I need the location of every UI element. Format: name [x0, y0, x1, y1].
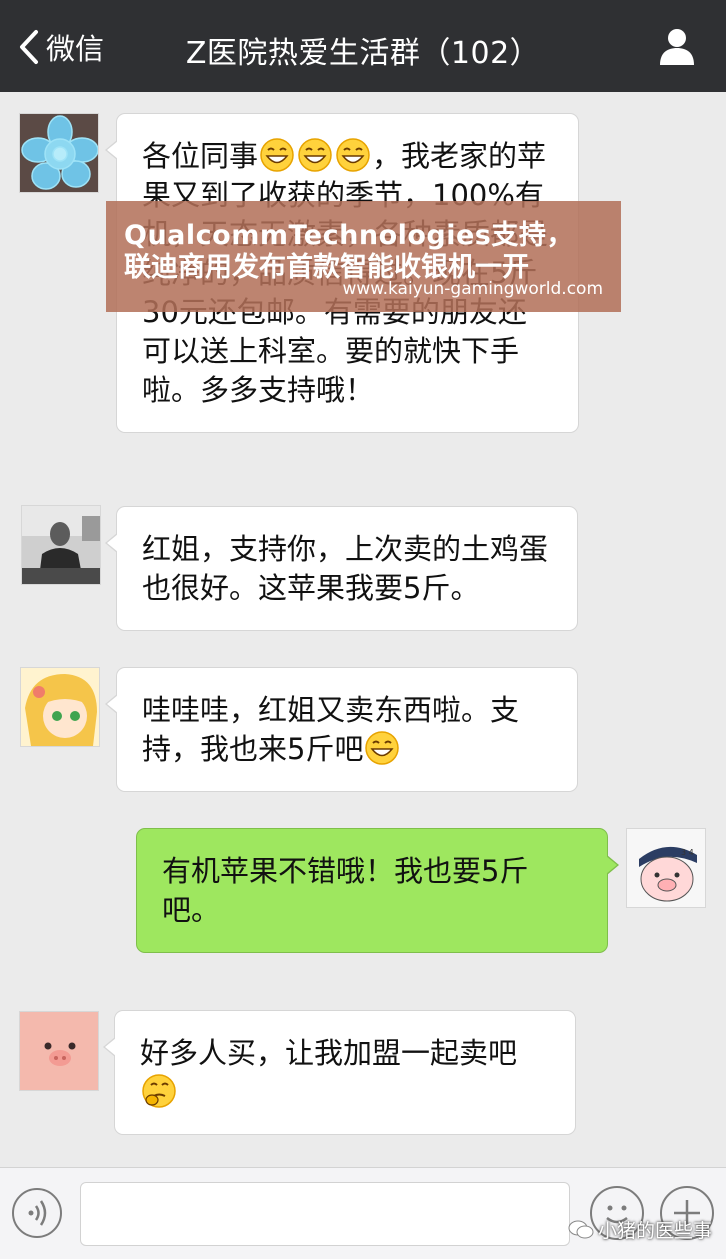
- title-bar: 微信 Z医院热爱生活群（102）: [0, 0, 726, 92]
- person-icon[interactable]: [658, 26, 696, 66]
- overlay-url: www.kaiyun-gamingworld.com: [342, 279, 603, 299]
- message-bubble[interactable]: 哇哇哇，红姐又卖东西啦。支持，我也来5斤吧: [105, 667, 578, 792]
- svg-text:3 4: 3 4: [681, 848, 694, 857]
- message-text: 哇哇哇，红姐又卖东西啦。支持，我也来5斤吧: [142, 693, 520, 766]
- voice-button[interactable]: [12, 1188, 62, 1238]
- anime-girl-avatar[interactable]: [20, 667, 100, 747]
- promo-overlay: QualcommTechnologies支持， 联迪商用发布首款智能收银机一开 …: [106, 201, 621, 312]
- grin-emoji-icon: [298, 138, 332, 172]
- pink-pig-avatar[interactable]: [19, 1011, 99, 1091]
- message-text: 各位同事: [142, 139, 259, 173]
- grin-emoji-icon: [365, 731, 400, 765]
- grin-emoji-icon: [336, 138, 370, 172]
- source-watermark: 小猪的医些事: [568, 1216, 712, 1243]
- own-message-bubble[interactable]: 有机苹果不错哦！我也要5斤吧。: [136, 828, 619, 953]
- message-text: 有机苹果不错哦！我也要5斤吧。: [162, 854, 529, 927]
- succulent-avatar[interactable]: [19, 113, 99, 193]
- grin-emoji-icon: [260, 138, 294, 172]
- message-text: 好多人买，让我加盟一起卖吧: [140, 1036, 518, 1070]
- message-text: 红姐，支持你，上次卖的土鸡蛋也很好。这苹果我要5斤。: [142, 532, 549, 605]
- message-input[interactable]: [80, 1182, 570, 1246]
- thinking-emoji-icon: [142, 1074, 176, 1108]
- message-bubble[interactable]: 好多人买，让我加盟一起卖吧: [103, 1010, 576, 1135]
- chat-title: Z医院热爱生活群（102）: [185, 36, 541, 71]
- source-label: 小猪的医些事: [598, 1220, 713, 1242]
- pig-cartoon-avatar[interactable]: 3 4: [626, 828, 706, 908]
- wechat-icon: [568, 1220, 594, 1238]
- man-photo-avatar[interactable]: [21, 505, 101, 585]
- input-bar: [0, 1167, 726, 1259]
- voice-icon: [28, 1200, 47, 1226]
- message-bubble[interactable]: 红姐，支持你，上次卖的土鸡蛋也很好。这苹果我要5斤。: [105, 506, 578, 631]
